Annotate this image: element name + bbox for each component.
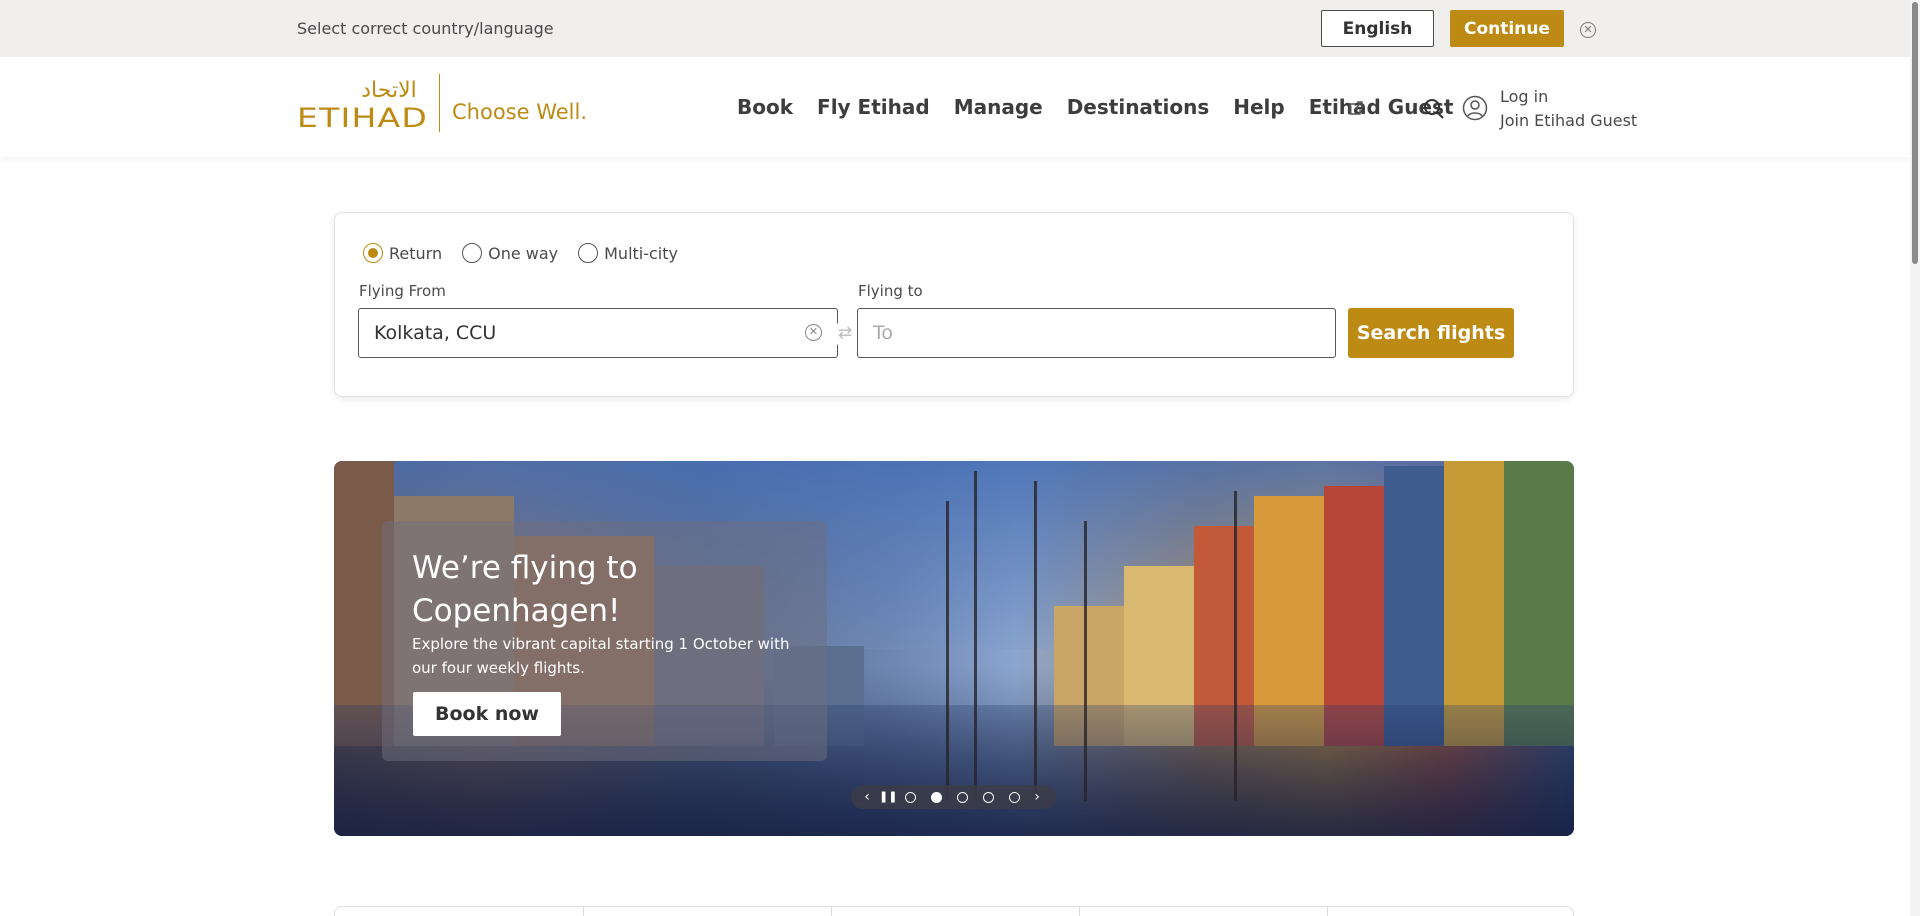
hero-title: We’re flying to Copenhagen!: [412, 550, 638, 629]
strip-divider: [831, 907, 832, 916]
hero-subtitle: Explore the vibrant capital starting 1 O…: [412, 635, 790, 677]
book-now-button[interactable]: Book now: [413, 692, 561, 736]
chevron-left-icon[interactable]: ‹: [861, 785, 873, 809]
strip-divider: [1327, 907, 1328, 916]
external-link-icon: [1349, 101, 1363, 115]
swap-icon[interactable]: ⇄: [832, 321, 858, 347]
strip-divider: [583, 907, 584, 916]
language-select-button[interactable]: English: [1321, 10, 1434, 47]
carousel-dot-1[interactable]: [905, 792, 916, 803]
main-nav: Book Fly Etihad Manage Destinations Help…: [737, 95, 1454, 119]
scrollbar-thumb[interactable]: [1912, 2, 1918, 264]
logo-arabic: الاتحاد: [361, 78, 416, 103]
trip-type-multi-city[interactable]: Multi-city: [578, 243, 678, 263]
login-link[interactable]: Log in: [1500, 87, 1548, 106]
hero-building: [1444, 461, 1504, 746]
logo-divider: [439, 74, 440, 132]
flight-search-card: Return One way Multi-city Flying From ✕ …: [334, 212, 1574, 397]
search-icon[interactable]: [1423, 98, 1445, 120]
strip-divider: [1079, 907, 1080, 916]
from-label: Flying From: [359, 282, 446, 300]
nav-book[interactable]: Book: [737, 95, 793, 119]
trip-type-return[interactable]: Return: [363, 243, 442, 263]
radio-multi-city-label: Multi-city: [604, 243, 678, 263]
hero-mast: [1234, 491, 1237, 801]
carousel-dot-3[interactable]: [957, 792, 968, 803]
radio-return[interactable]: [363, 243, 383, 263]
radio-multi-city[interactable]: [578, 243, 599, 263]
carousel-dot-4[interactable]: [983, 792, 994, 803]
logo-text: ETIHAD: [297, 103, 428, 134]
hero-building: [1504, 461, 1574, 746]
clear-icon[interactable]: ✕: [805, 324, 822, 341]
to-label: Flying to: [858, 282, 923, 300]
etihad-logo[interactable]: الاتحاد ETIHAD: [297, 75, 429, 135]
pause-icon[interactable]: ❚❚: [879, 785, 897, 809]
nav-destinations[interactable]: Destinations: [1067, 95, 1210, 119]
tagline: Choose Well.: [452, 100, 588, 124]
carousel-controls: ‹ ❚❚ ›: [851, 785, 1056, 809]
country-language-bar: Select correct country/language English …: [0, 0, 1910, 57]
to-input[interactable]: [857, 308, 1336, 358]
carousel-dot-5[interactable]: [1009, 792, 1020, 803]
radio-return-label: Return: [389, 243, 443, 263]
country-language-prompt: Select correct country/language: [297, 19, 554, 38]
from-input[interactable]: [358, 308, 838, 358]
carousel-dot-2[interactable]: [931, 792, 942, 803]
quick-links-strip: [334, 906, 1574, 916]
hero-mast: [946, 501, 949, 801]
hero-mast: [974, 471, 977, 801]
hero-mast: [1034, 481, 1037, 801]
site-header: الاتحاد ETIHAD Choose Well. Book Fly Eti…: [0, 57, 1910, 157]
close-icon[interactable]: ✕: [1580, 22, 1596, 38]
trip-type-selector: Return One way Multi-city: [363, 243, 698, 263]
nav-fly-etihad[interactable]: Fly Etihad: [817, 95, 930, 119]
continue-button[interactable]: Continue: [1450, 10, 1564, 47]
radio-one-way[interactable]: [462, 243, 483, 263]
radio-one-way-label: One way: [488, 243, 559, 263]
user-icon[interactable]: [1462, 95, 1488, 121]
search-flights-button[interactable]: Search flights: [1348, 308, 1514, 358]
trip-type-one-way[interactable]: One way: [462, 243, 558, 263]
hero-banner: We’re flying to Copenhagen! Explore the …: [334, 461, 1574, 836]
chevron-right-icon[interactable]: ›: [1031, 785, 1043, 809]
join-etihad-guest-link[interactable]: Join Etihad Guest: [1500, 111, 1637, 130]
hero-mast: [1084, 521, 1087, 801]
nav-manage[interactable]: Manage: [954, 95, 1043, 119]
nav-help[interactable]: Help: [1233, 95, 1284, 119]
